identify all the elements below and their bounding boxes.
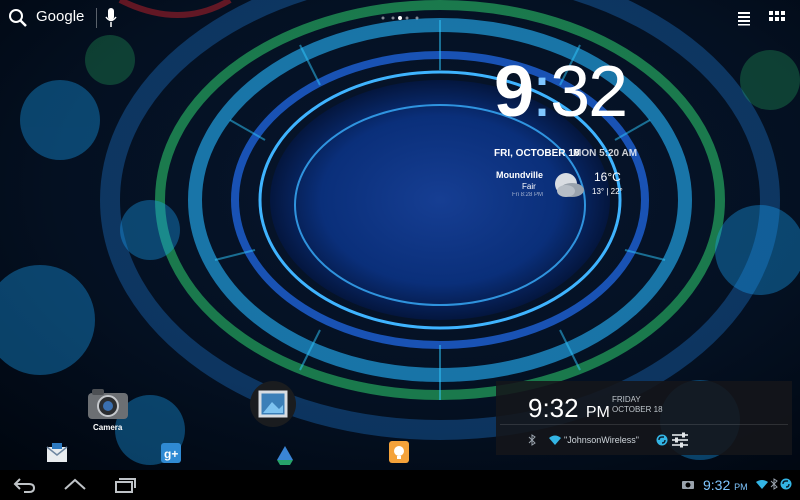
back-icon[interactable] [12, 475, 38, 495]
drive-icon[interactable] [274, 444, 296, 466]
apps-icon[interactable] [768, 10, 786, 28]
bluetooth-icon [770, 478, 778, 490]
sync-icon [656, 434, 668, 446]
search-divider [96, 8, 97, 28]
screenshot-icon [682, 481, 694, 489]
google-search-label[interactable]: Google [36, 8, 84, 25]
panel-ampm: PM [585, 404, 610, 421]
home-icon[interactable] [62, 475, 88, 495]
settings-icon[interactable] [670, 432, 690, 448]
widgets-icon[interactable] [736, 10, 752, 26]
email-icon[interactable] [46, 442, 68, 464]
weather-icon[interactable] [552, 170, 586, 200]
clock-colon: : [532, 52, 552, 132]
weather-city: Moundville [496, 170, 543, 180]
recent-icon[interactable] [112, 475, 138, 495]
weather-temp: 16°C [594, 170, 621, 184]
keep-icon[interactable] [388, 440, 410, 464]
weather-range: 13° | 22° [592, 187, 623, 196]
wifi-icon [549, 435, 561, 445]
panel-divider [500, 424, 788, 425]
svg-text:g+: g+ [164, 447, 178, 461]
page-indicator [381, 16, 419, 20]
mic-icon[interactable] [104, 7, 118, 29]
sync-icon [780, 478, 792, 490]
status-time: 9:32 [703, 477, 731, 493]
camera-icon[interactable] [86, 385, 130, 421]
camera-label: Camera [93, 423, 123, 432]
clock-widget-date: FRI, OCTOBER 18 [494, 148, 580, 159]
panel-day: FRIDAY [612, 395, 641, 404]
gallery-icon[interactable] [248, 380, 298, 428]
gplus-icon[interactable]: g+ [160, 442, 182, 464]
clock-hour: 9 [494, 52, 534, 132]
weather-updated: Fri 8:28 PM [512, 192, 544, 198]
panel-time-value: 9:32 [528, 393, 579, 423]
panel-date: OCTOBER 18 [612, 405, 663, 414]
panel-wifi-name[interactable]: "JohnsonWireless" [564, 435, 639, 445]
clock-widget-time[interactable]: 9:32 [494, 56, 628, 128]
clock-minute: 32 [550, 52, 628, 132]
wifi-icon [756, 480, 768, 489]
weather-condition: Fair [522, 182, 536, 191]
status-clock[interactable]: 9:32 PM [703, 477, 748, 493]
bluetooth-icon [528, 434, 536, 446]
next-alarm: MON 5:20 AM [573, 148, 638, 159]
status-ampm: PM [734, 482, 748, 492]
search-icon[interactable] [8, 8, 28, 28]
panel-time: 9:32 PM [528, 393, 610, 424]
